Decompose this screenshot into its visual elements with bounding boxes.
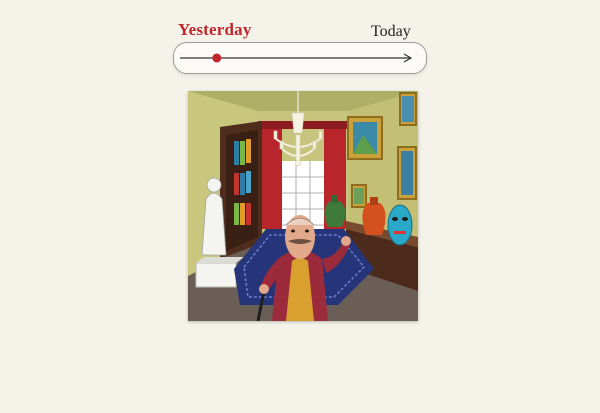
page: Yesterday Today	[0, 0, 600, 413]
timeline-slider[interactable]	[173, 42, 427, 74]
timeline-thumb[interactable]	[212, 53, 222, 63]
timeline-track-svg	[180, 53, 413, 63]
yesterday-label: Yesterday	[178, 20, 252, 39]
tribal-mask-icon	[387, 204, 413, 246]
today-label: Today	[371, 23, 411, 40]
scene-illustration	[188, 91, 418, 322]
bookshelf-icon	[220, 121, 262, 259]
